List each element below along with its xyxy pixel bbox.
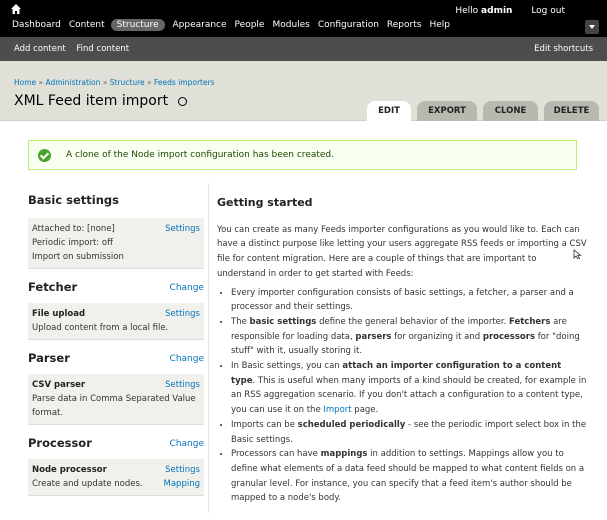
tab-delete[interactable]: DELETE (544, 101, 599, 121)
shortcut-add-icon[interactable] (178, 96, 188, 106)
admin-toolbar: Dashboard Content Structure Appearance P… (0, 0, 607, 37)
parser-heading: Parser Change (28, 348, 204, 368)
list-item: Imports can be scheduled periodically - … (231, 418, 587, 447)
list-item-text: for organizing it and (391, 331, 483, 342)
list-item-text: The (231, 316, 250, 327)
mappings-term: mappings (320, 449, 368, 460)
list-item: Processors can have mappings in addition… (231, 447, 587, 506)
home-icon[interactable] (10, 3, 22, 15)
parser-description-line-2: format. (32, 408, 64, 418)
import-page-link[interactable]: Import (323, 405, 351, 415)
list-item-text: Every importer configuration consists of… (231, 287, 574, 313)
list-item-text: Processors can have (231, 449, 321, 460)
processor-heading: Processor Change (28, 433, 204, 453)
periodic-import-text: Periodic import: off (32, 238, 113, 248)
shortcuts-bar: Add content Find content Edit shortcuts (0, 37, 607, 61)
breadcrumb-home[interactable]: Home (14, 78, 36, 87)
tabs: EDIT EXPORT CLONE DELETE (361, 101, 599, 121)
processor-settings-link[interactable]: Settings (165, 463, 200, 477)
breadcrumb-structure[interactable]: Structure (110, 78, 145, 87)
getting-started-panel: Getting started You can create as many F… (217, 196, 587, 506)
toolbar-item-configuration[interactable]: Configuration (318, 20, 379, 30)
tab-export[interactable]: EXPORT (417, 101, 477, 121)
basic-settings-title: Basic settings (28, 193, 119, 207)
getting-started-intro: You can create as many Feeds importer co… (217, 224, 587, 279)
processors-term: processors (482, 331, 536, 342)
shortcut-find-content[interactable]: Find content (76, 44, 129, 54)
parsers-term: parsers (355, 331, 392, 342)
basic-settings-box: Settings Attached to: [none] Periodic im… (28, 218, 204, 269)
processor-box: Settings Mapping Node processor Create a… (28, 459, 204, 496)
status-message: A clone of the Node import configuration… (28, 140, 577, 170)
breadcrumb: Home » Administration » Structure » Feed… (14, 78, 215, 87)
toolbar-item-people[interactable]: People (235, 20, 265, 30)
list-item: In Basic settings, you can attach an imp… (231, 359, 587, 418)
list-item-text: . This is useful when many imports of a … (231, 375, 587, 416)
basic-settings-link[interactable]: Settings (165, 222, 200, 236)
parser-settings-link[interactable]: Settings (165, 378, 200, 392)
importer-config-column: Basic settings Settings Attached to: [no… (28, 190, 204, 504)
list-item: The basic settings define the general be… (231, 315, 587, 359)
list-item-text: define the general behavior of the impor… (316, 316, 510, 327)
page-header: Home » Administration » Structure » Feed… (0, 61, 607, 121)
page-title: XML Feed item import (14, 93, 188, 109)
parser-box: Settings CSV parser Parse data in Comma … (28, 374, 204, 425)
fetcher-settings-link[interactable]: Settings (165, 307, 200, 321)
breadcrumb-administration[interactable]: Administration (46, 78, 101, 87)
import-on-submission-text: Import on submission (32, 252, 124, 262)
fetcher-change-link[interactable]: Change (170, 278, 204, 298)
list-item: Every importer configuration consists of… (231, 286, 587, 315)
toolbar-menu: Dashboard Content Structure Appearance P… (12, 19, 458, 31)
user-greeting: Hello admin Log out (455, 6, 565, 16)
list-item-text: Imports can be (231, 419, 298, 430)
shortcut-add-content[interactable]: Add content (14, 44, 66, 54)
basic-settings-heading: Basic settings (28, 190, 204, 210)
parser-title: Parser (28, 351, 70, 365)
processor-change-link[interactable]: Change (170, 434, 204, 454)
username-link[interactable]: admin (481, 6, 512, 16)
toolbar-item-modules[interactable]: Modules (272, 20, 309, 30)
fetchers-term: Fetchers (509, 316, 551, 327)
fetcher-heading: Fetcher Change (28, 277, 204, 297)
toolbar-item-appearance[interactable]: Appearance (173, 20, 227, 30)
fetcher-title: Fetcher (28, 280, 78, 294)
edit-shortcuts-link[interactable]: Edit shortcuts (534, 44, 593, 54)
toolbar-item-help[interactable]: Help (429, 20, 450, 30)
scheduled-periodically-term: scheduled periodically (297, 419, 406, 430)
list-item-text: page. (351, 405, 379, 416)
toolbar-item-dashboard[interactable]: Dashboard (12, 20, 61, 30)
page-title-text: XML Feed item import (14, 93, 169, 109)
basic-settings-term: basic settings (249, 316, 317, 327)
logout-link[interactable]: Log out (531, 6, 565, 16)
getting-started-list: Every importer configuration consists of… (217, 286, 587, 507)
processor-title: Processor (28, 436, 92, 450)
toolbar-item-structure[interactable]: Structure (110, 19, 165, 31)
parser-change-link[interactable]: Change (170, 349, 204, 369)
mouse-cursor-icon (573, 249, 582, 259)
toolbar-item-content[interactable]: Content (69, 20, 105, 30)
toolbar-item-reports[interactable]: Reports (387, 20, 422, 30)
fetcher-description: Upload content from a local file. (32, 323, 169, 333)
shortcuts-toggle-icon[interactable] (585, 20, 599, 34)
parser-description-line-1: Parse data in Comma Separated Value (32, 394, 196, 404)
tab-clone[interactable]: CLONE (483, 101, 538, 121)
check-icon (38, 149, 51, 162)
list-item-text: In Basic settings, you can (231, 361, 343, 372)
status-message-text: A clone of the Node import configuration… (66, 150, 334, 160)
fetcher-box: Settings File upload Upload content from… (28, 303, 204, 340)
column-divider (208, 183, 209, 513)
processor-mapping-link[interactable]: Mapping (164, 477, 200, 491)
tab-edit[interactable]: EDIT (367, 101, 411, 121)
breadcrumb-feeds-importers[interactable]: Feeds importers (154, 78, 215, 87)
hello-text: Hello (455, 6, 479, 16)
getting-started-title: Getting started (217, 196, 313, 209)
